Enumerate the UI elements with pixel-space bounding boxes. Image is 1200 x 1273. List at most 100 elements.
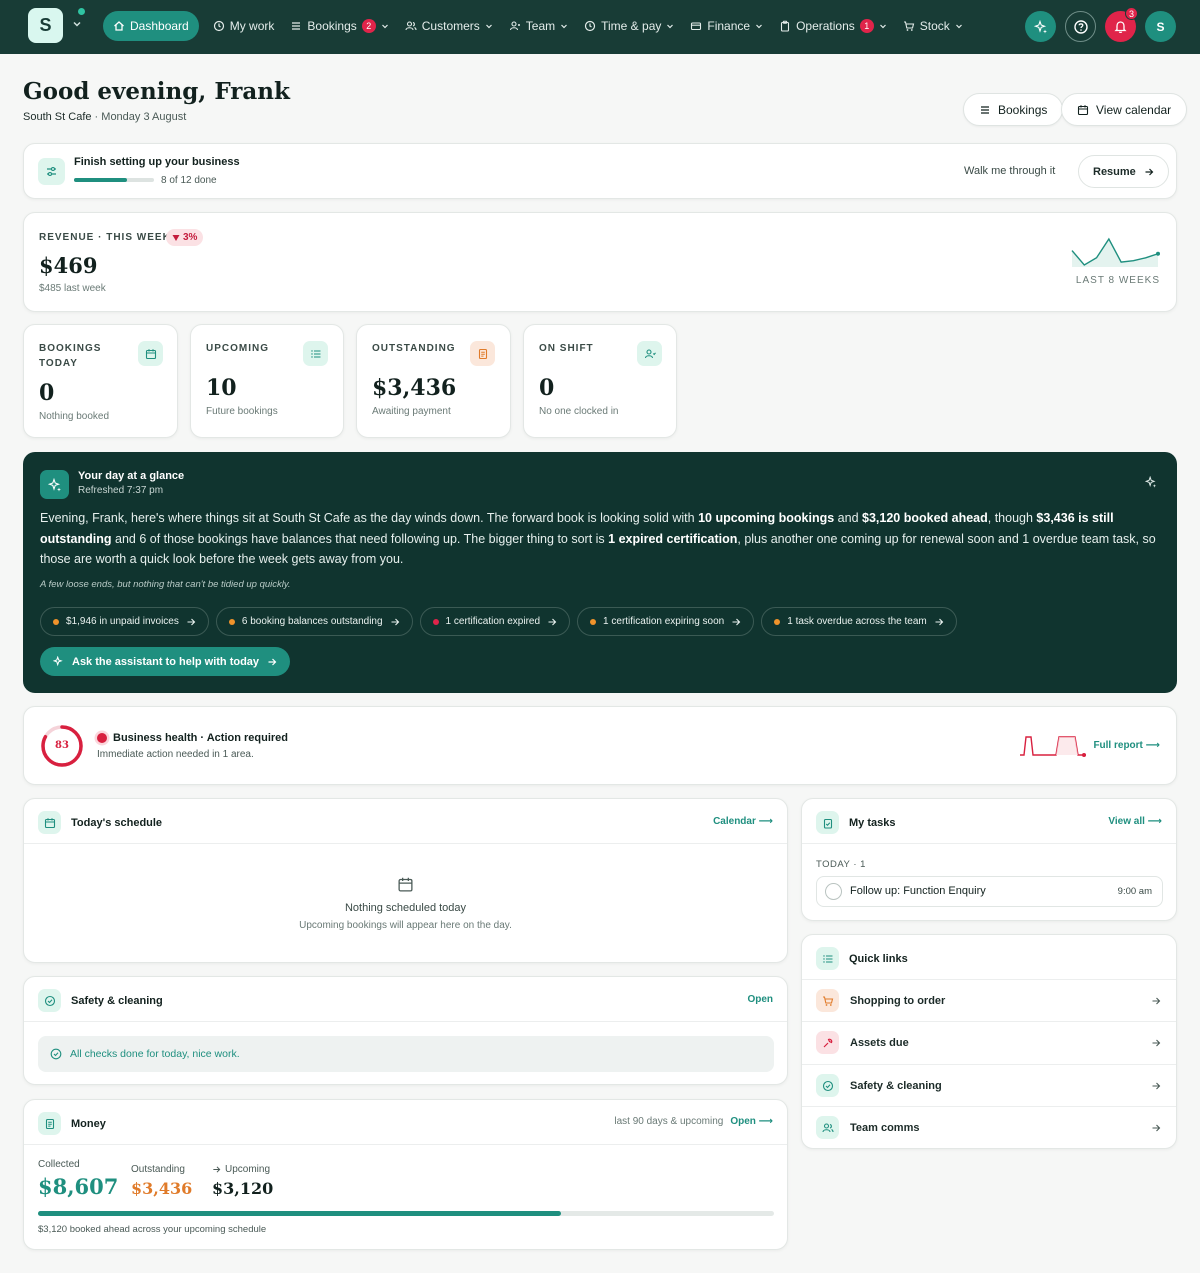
- nav-label: Dashboard: [130, 19, 189, 33]
- divider: [24, 843, 787, 844]
- stat-card-on-shift[interactable]: ON SHIFT 0 No one clocked in: [523, 324, 677, 438]
- notifications-button[interactable]: 3: [1105, 7, 1138, 42]
- bell-icon: [1114, 21, 1127, 33]
- nav-operations[interactable]: Operations 1: [771, 11, 895, 41]
- task-group-label: TODAY · 1: [816, 859, 866, 870]
- nav-label: Operations: [796, 19, 855, 33]
- glance-summary: Evening, Frank, here's where things sit …: [40, 508, 1158, 570]
- view-calendar-button[interactable]: View calendar: [1061, 93, 1188, 126]
- chip-certification-expired[interactable]: 1 certification expired: [419, 607, 571, 636]
- stat-label: ON SHIFT: [539, 343, 594, 354]
- stat-card-bookings-today[interactable]: BOOKINGS TODAY 0 Nothing booked: [23, 324, 178, 438]
- stat-card-upcoming[interactable]: UPCOMING 10 Future bookings: [190, 324, 344, 438]
- safety-open-link[interactable]: Open: [747, 994, 773, 1005]
- nav-finance[interactable]: Finance: [682, 11, 771, 41]
- money-title: Money: [71, 1117, 106, 1130]
- user-icon: [509, 21, 520, 31]
- stat-card-outstanding[interactable]: OUTSTANDING $3,436 Awaiting payment: [356, 324, 511, 438]
- chip-label: 6 booking balances outstanding: [241, 616, 383, 627]
- money-open-link[interactable]: Open ⟶: [730, 1116, 773, 1127]
- sparkline-point: [1156, 251, 1160, 256]
- task-time: 9:00 am: [1117, 886, 1152, 897]
- help-button[interactable]: [1065, 11, 1096, 42]
- stat-value: 10: [206, 375, 237, 401]
- nav-dashboard[interactable]: Dashboard: [103, 11, 199, 41]
- stat-value: 0: [539, 375, 555, 401]
- notification-count-badge: 3: [1125, 7, 1138, 20]
- sparkle-icon: [40, 470, 69, 499]
- chip-task-overdue[interactable]: 1 task overdue across the team: [761, 607, 957, 636]
- nav-customers[interactable]: Customers: [397, 11, 501, 41]
- setup-progress-text: 8 of 12 done: [161, 175, 217, 186]
- nav-my-work[interactable]: My work: [205, 11, 283, 41]
- chevron-down-icon: [879, 24, 886, 29]
- clock-icon: [585, 20, 596, 32]
- task-checkbox[interactable]: [825, 883, 842, 900]
- stat-sub: Awaiting payment: [372, 406, 451, 417]
- upcoming-value: $3,120: [212, 1179, 274, 1198]
- setup-progress-card: Finish setting up your business 8 of 12 …: [23, 143, 1177, 199]
- nav-bookings[interactable]: Bookings 2: [282, 11, 396, 41]
- quick-link-team-comms[interactable]: Team comms: [802, 1106, 1176, 1149]
- bookings-button-label: Bookings: [998, 102, 1048, 117]
- chip-booking-balances[interactable]: 6 booking balances outstanding: [215, 607, 413, 636]
- money-progress-bar: [38, 1211, 774, 1216]
- quick-link-shopping[interactable]: Shopping to order: [802, 979, 1176, 1022]
- user-avatar[interactable]: S: [1145, 11, 1176, 42]
- task-row[interactable]: Follow up: Function Enquiry 9:00 am: [816, 876, 1163, 907]
- stat-value: 0: [39, 380, 55, 406]
- ask-assistant-label: Ask the assistant to help with today: [72, 655, 260, 668]
- check-circle-icon: [816, 1074, 839, 1097]
- task-label: Follow up: Function Enquiry: [850, 885, 986, 897]
- walk-me-through-link[interactable]: Walk me through it: [964, 165, 1055, 177]
- summary-highlight: 1 expired certification: [608, 531, 738, 546]
- health-title: Business health · Action required: [113, 732, 289, 744]
- chip-unpaid-invoices[interactable]: $1,946 in unpaid invoices: [40, 607, 209, 636]
- chip-certification-expiring[interactable]: 1 certification expiring soon: [577, 607, 755, 636]
- revenue-card: REVENUE · THIS WEEK 3% $469 $485 last we…: [23, 212, 1177, 312]
- ask-assistant-button[interactable]: Ask the assistant to help with today: [40, 647, 291, 676]
- nav-label: Bookings: [307, 19, 357, 33]
- resume-label: Resume: [1093, 165, 1136, 178]
- revenue-change-value: 3%: [183, 232, 198, 243]
- setup-progress-fill: [74, 178, 128, 182]
- refresh-sparkle-icon[interactable]: [1145, 476, 1157, 488]
- nav-team[interactable]: Team: [501, 11, 576, 41]
- safety-status-banner: All checks done for today, nice work.: [38, 1036, 774, 1072]
- day-at-a-glance-card: Your day at a glance Refreshed 7:37 pm E…: [23, 452, 1177, 693]
- assistant-button[interactable]: [1025, 11, 1056, 42]
- nav-stock[interactable]: Stock: [895, 11, 971, 41]
- stat-label: BOOKINGS TODAY: [39, 343, 102, 369]
- empty-sub: Upcoming bookings will appear here on th…: [299, 920, 512, 931]
- quick-links-card: Quick links Shopping to order Assets due…: [801, 934, 1177, 1149]
- business-logo[interactable]: S: [28, 8, 63, 43]
- sparkline-label: LAST 8 WEEKS: [1075, 275, 1160, 286]
- warning-dot: [228, 618, 235, 625]
- health-status-dot: [97, 733, 107, 743]
- quick-link-assets[interactable]: Assets due: [802, 1021, 1176, 1064]
- calendar-link[interactable]: Calendar ⟶: [713, 816, 773, 827]
- summary-text: Evening, Frank, here's where things sit …: [40, 511, 699, 525]
- quick-link-safety[interactable]: Safety & cleaning: [802, 1064, 1176, 1107]
- sparkline-area: [1072, 239, 1158, 267]
- resume-button[interactable]: Resume: [1078, 155, 1169, 188]
- business-switcher-chevron-icon[interactable]: [72, 19, 82, 29]
- nav-label: Customers: [421, 19, 480, 33]
- cart-icon: [816, 989, 839, 1012]
- nav-time-pay[interactable]: Time & pay: [576, 11, 682, 41]
- bookings-button[interactable]: Bookings: [963, 93, 1064, 126]
- warning-dot: [590, 618, 597, 625]
- business-health-card[interactable]: 83 Business health · Action required Imm…: [23, 706, 1177, 785]
- safety-cleaning-card: Safety & cleaning Open All checks done f…: [23, 976, 788, 1085]
- invoice-icon: [38, 1112, 61, 1135]
- chevron-down-icon: [955, 24, 962, 29]
- online-status-dot: [78, 8, 85, 15]
- empty-title: Nothing scheduled today: [344, 902, 467, 914]
- logo-letter: S: [39, 15, 52, 35]
- arrow-right-icon: [391, 618, 399, 625]
- arrow-right-icon: [187, 618, 196, 625]
- full-report-link[interactable]: Full report ⟶: [1093, 740, 1160, 751]
- calendar-icon: [1077, 104, 1089, 115]
- chevron-down-icon: [667, 24, 674, 29]
- view-all-tasks-link[interactable]: View all ⟶: [1108, 816, 1162, 827]
